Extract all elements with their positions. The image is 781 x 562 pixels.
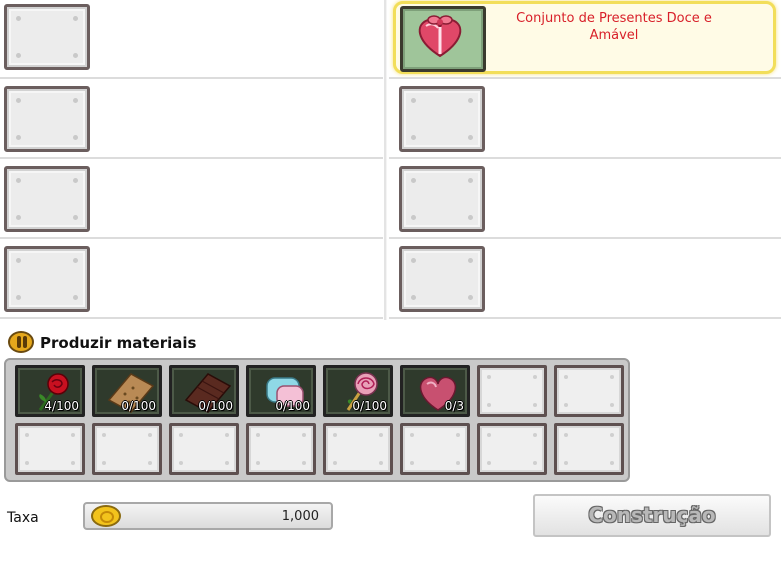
material-slot-empty[interactable] bbox=[554, 423, 624, 475]
material-slot[interactable]: 0/100 bbox=[169, 365, 239, 417]
material-slot-empty[interactable] bbox=[477, 423, 547, 475]
recipe-row[interactable] bbox=[389, 160, 781, 240]
material-slot[interactable]: 0/100 bbox=[92, 365, 162, 417]
fee-label: Taxa bbox=[7, 510, 39, 526]
recipe-slot-empty[interactable] bbox=[4, 166, 90, 232]
fee-display: 1,000 bbox=[83, 502, 333, 530]
recipe-row-selected[interactable]: Conjunto de Presentes Doce e Amável bbox=[393, 1, 776, 74]
row-divider bbox=[389, 77, 781, 79]
build-button[interactable]: Construção bbox=[533, 494, 771, 537]
material-slot-empty[interactable] bbox=[400, 423, 470, 475]
row-divider bbox=[389, 317, 781, 319]
recipe-row[interactable] bbox=[0, 160, 383, 240]
material-slot-empty[interactable] bbox=[15, 423, 85, 475]
material-slot[interactable]: 0/100 bbox=[323, 365, 393, 417]
material-count: 0/100 bbox=[121, 399, 156, 413]
recipe-slot-empty[interactable] bbox=[399, 166, 485, 232]
row-divider bbox=[0, 237, 383, 239]
recipe-row[interactable] bbox=[0, 0, 383, 80]
material-slot[interactable]: 0/3 bbox=[400, 365, 470, 417]
material-count: 4/100 bbox=[44, 399, 79, 413]
recipe-slot-empty[interactable] bbox=[4, 86, 90, 152]
recipe-slot-empty[interactable] bbox=[399, 86, 485, 152]
recipe-row[interactable] bbox=[389, 80, 781, 160]
material-count: 0/100 bbox=[198, 399, 233, 413]
materials-panel: 4/100 0/100 0/100 0/100 0/100 0/3 bbox=[4, 358, 630, 482]
material-count: 0/100 bbox=[352, 399, 387, 413]
row-divider bbox=[0, 157, 383, 159]
recipe-row[interactable] bbox=[389, 240, 781, 320]
pause-coin-icon bbox=[8, 331, 34, 353]
materials-title: Produzir materiais bbox=[40, 334, 197, 352]
recipe-grid: Conjunto de Presentes Doce e Amável bbox=[0, 0, 781, 320]
recipe-slot-empty[interactable] bbox=[4, 4, 90, 70]
material-slot[interactable]: 0/100 bbox=[246, 365, 316, 417]
material-slot-empty[interactable] bbox=[246, 423, 316, 475]
material-count: 0/100 bbox=[275, 399, 310, 413]
heart-gift-box-icon bbox=[418, 15, 462, 58]
row-divider bbox=[0, 317, 383, 319]
row-divider bbox=[0, 77, 383, 79]
recipe-row[interactable] bbox=[0, 80, 383, 160]
gold-coin-icon bbox=[91, 505, 121, 527]
recipe-slot-empty[interactable] bbox=[399, 246, 485, 312]
material-slot-empty[interactable] bbox=[554, 365, 624, 417]
recipe-column-right: Conjunto de Presentes Doce e Amável bbox=[389, 0, 781, 320]
recipe-row[interactable] bbox=[0, 240, 383, 320]
material-slot-empty[interactable] bbox=[477, 365, 547, 417]
row-divider bbox=[389, 157, 781, 159]
column-divider-highlight bbox=[386, 0, 387, 320]
recipe-slot-empty[interactable] bbox=[4, 246, 90, 312]
fee-value: 1,000 bbox=[281, 509, 319, 524]
recipe-name: Conjunto de Presentes Doce e Amável bbox=[516, 11, 712, 43]
recipe-slot-filled[interactable] bbox=[400, 6, 486, 72]
material-slot-empty[interactable] bbox=[323, 423, 393, 475]
recipe-column-left bbox=[0, 0, 383, 320]
material-slot-empty[interactable] bbox=[92, 423, 162, 475]
material-count: 0/3 bbox=[444, 399, 464, 413]
material-slot[interactable]: 4/100 bbox=[15, 365, 85, 417]
material-slot-empty[interactable] bbox=[169, 423, 239, 475]
row-divider bbox=[389, 237, 781, 239]
